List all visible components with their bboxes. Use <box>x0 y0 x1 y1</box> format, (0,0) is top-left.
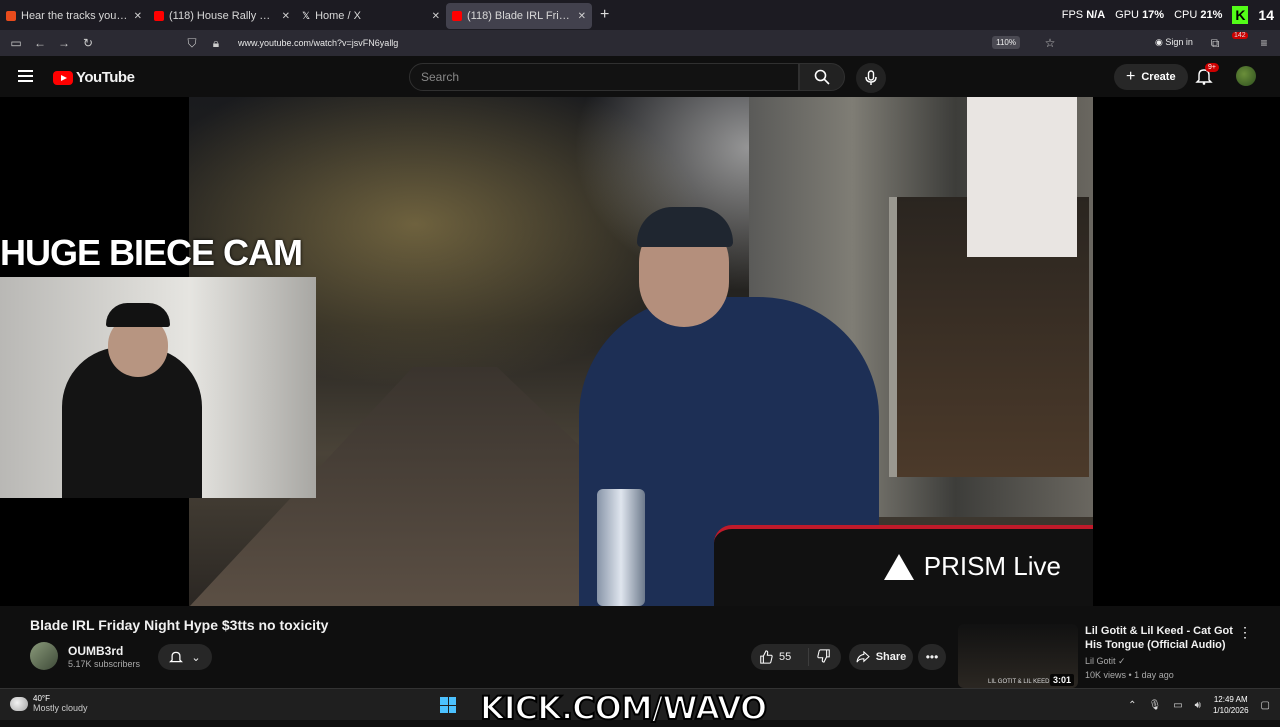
extension-badge: 142 <box>1232 32 1248 39</box>
windows-start-icon[interactable] <box>440 697 456 713</box>
like-button[interactable]: 55 <box>751 648 809 666</box>
thumbs-down-icon <box>817 648 830 663</box>
bookmark-star-icon[interactable]: ☆ <box>1038 36 1062 50</box>
youtube-icon <box>154 11 164 21</box>
soundcloud-icon <box>6 11 16 21</box>
recommended-meta: 10K views • 1 day ago <box>1085 670 1174 680</box>
windows-taskbar: 40°F Mostly cloudy KICK.COM/WAVO ⌃ 🎙︎ ▭ … <box>0 688 1280 727</box>
system-tray: ⌃ 🎙︎ ▭ 🔊︎ 12:49 AM 1/10/2026 ▢ <box>1128 689 1270 721</box>
webcam-overlay <box>0 277 316 498</box>
volume-icon[interactable]: 🔊︎ <box>1195 700 1201 711</box>
tab-soundcloud[interactable]: Hear the tracks you've liked: on ✕ <box>0 3 148 29</box>
zoom-level[interactable]: 110% <box>992 36 1020 49</box>
video-frame[interactable]: PRISM Live <box>189 97 1093 606</box>
webcam-overlay-label: HUGE BIECE CAM <box>0 232 303 273</box>
account-avatar[interactable] <box>1236 66 1256 86</box>
bell-icon <box>169 651 184 663</box>
browser-navbar: ▭ ← → ↻ ⛉ 🔒︎ www.youtube.com/watch?v=jsv… <box>0 30 1280 56</box>
more-actions-button[interactable]: ••• <box>918 644 946 670</box>
sidebar-toggle-icon[interactable]: ▭ <box>4 36 28 50</box>
prism-logo-icon <box>883 553 914 580</box>
voice-search-button[interactable] <box>856 63 886 93</box>
youtube-logo[interactable]: YouTube <box>53 69 135 86</box>
close-tab-icon[interactable]: ✕ <box>134 11 142 22</box>
verified-icon: ✓ <box>1118 656 1126 666</box>
address-bar[interactable]: ⛉ 🔒︎ www.youtube.com/watch?v=jsvFN6yallg… <box>180 32 1070 54</box>
recommended-more-icon[interactable]: ⋮ <box>1238 624 1252 641</box>
youtube-icon <box>452 11 462 21</box>
recommended-channel[interactable]: Lil Gotit ✓ <box>1085 656 1126 667</box>
youtube-header: YouTube + Create 9+ <box>0 56 1280 98</box>
clock[interactable]: 12:49 AM 1/10/2026 <box>1213 694 1249 716</box>
close-tab-icon[interactable]: ✕ <box>432 11 440 22</box>
notification-center-icon[interactable]: ▢ <box>1261 700 1270 711</box>
hamburger-menu-icon[interactable] <box>18 70 33 82</box>
microphone-icon[interactable]: 🎙︎ <box>1148 700 1161 711</box>
search-input[interactable] <box>410 64 798 90</box>
chevron-up-icon[interactable]: ⌃ <box>1128 700 1136 711</box>
notifications-button[interactable]: 9+ <box>1195 63 1219 87</box>
create-button[interactable]: + Create <box>1114 64 1188 90</box>
like-dislike-group: 55 <box>751 644 841 670</box>
cloud-icon <box>10 696 28 711</box>
recommended-thumbnail[interactable]: LIL GOTIT & LIL KEED 3:01 <box>958 624 1078 688</box>
video-scene-cap <box>637 207 733 247</box>
forward-icon[interactable]: → <box>52 36 76 50</box>
channel-avatar[interactable] <box>30 642 58 670</box>
menu-icon[interactable]: ≡ <box>1252 36 1276 50</box>
video-scene-poster <box>967 97 1077 257</box>
tab-house-rally[interactable]: (118) House Rally Playlist - YouTu ✕ <box>148 3 296 29</box>
recommended-title[interactable]: Lil Gotit & Lil Keed - Cat Got His Tongu… <box>1085 624 1235 652</box>
video-player[interactable]: PRISM Live HUGE BIECE CAM <box>0 97 1280 606</box>
search-box <box>409 63 799 91</box>
microphone-icon <box>865 70 877 85</box>
network-icon[interactable]: ▭ <box>1173 700 1182 711</box>
video-duration: 3:01 <box>1049 674 1074 686</box>
share-arrow-icon <box>856 651 870 663</box>
performance-overlay: FPS N/A GPU 17% CPU 21% K 14 <box>1061 6 1274 24</box>
tab-blade-irl[interactable]: (118) Blade IRL Friday Night H ✕ <box>446 3 592 29</box>
search-icon <box>814 69 830 85</box>
lock-icon: 🔒︎ <box>212 35 220 50</box>
tab-x-home[interactable]: 𝕏 Home / X ✕ <box>296 3 446 29</box>
webcam-person-hat <box>106 303 170 327</box>
back-icon[interactable]: ← <box>28 36 52 50</box>
channel-name[interactable]: OUMB3rd <box>68 644 123 658</box>
share-button[interactable]: Share <box>849 644 913 670</box>
thumbs-up-icon <box>760 650 773 664</box>
more-dots-icon: ••• <box>925 650 939 664</box>
chevron-down-icon: ⌄ <box>191 651 201 664</box>
kick-overlay-text: KICK.COM/WAVO <box>479 688 768 727</box>
subscriber-count: 5.17K subscribers <box>68 659 141 669</box>
browser-tabbar: Hear the tracks you've liked: on ✕ (118)… <box>0 0 1280 30</box>
sign-in-link[interactable]: ◉ Sign in <box>1155 37 1193 48</box>
extensions-icon[interactable]: ⧉ <box>1203 36 1227 51</box>
video-title: Blade IRL Friday Night Hype $3tts no tox… <box>30 617 329 633</box>
new-tab-button[interactable]: + <box>600 6 609 24</box>
search-button[interactable] <box>799 63 845 91</box>
youtube-play-icon <box>53 70 73 85</box>
x-logo-icon: 𝕏 <box>302 11 311 22</box>
notification-count-badge: 9+ <box>1205 63 1219 72</box>
kick-icon: K <box>1232 6 1249 24</box>
reload-icon[interactable]: ↻ <box>76 36 100 50</box>
weather-widget[interactable]: 40°F Mostly cloudy <box>10 694 88 713</box>
close-tab-icon[interactable]: ✕ <box>282 11 290 22</box>
plus-icon: + <box>1126 68 1136 85</box>
shield-icon: ⛉ <box>187 35 197 50</box>
video-scene-can <box>597 489 645 606</box>
close-tab-icon[interactable]: ✕ <box>578 11 586 22</box>
prism-live-watermark: PRISM Live <box>883 551 1061 582</box>
dislike-button[interactable] <box>809 648 831 666</box>
notification-bell-button[interactable]: ⌄ <box>158 644 212 670</box>
